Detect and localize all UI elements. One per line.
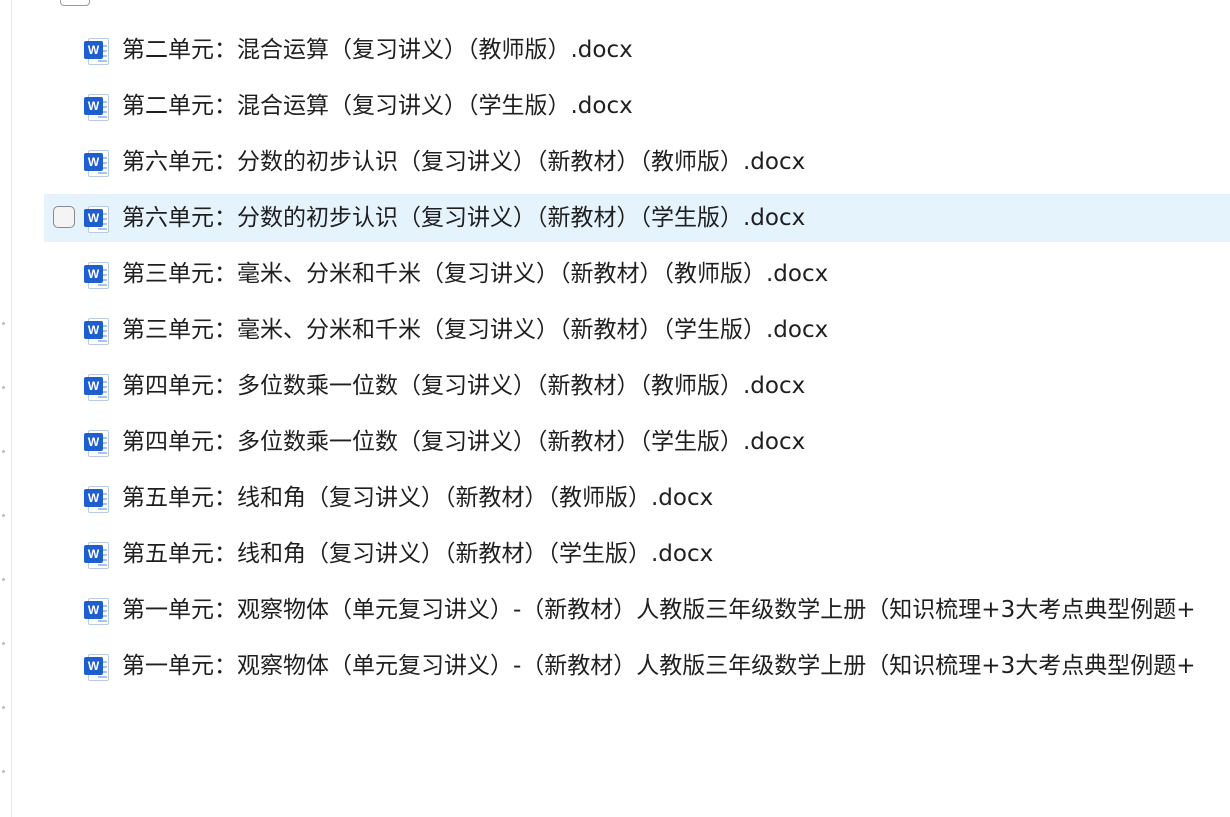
tree-guide-dot	[2, 386, 5, 389]
word-icon-badge: W	[84, 265, 103, 283]
word-docx-icon: W	[84, 374, 110, 402]
file-name: 第六单元：分数的初步认识（复习讲义）（新教材）（教师版）.docx	[122, 149, 806, 175]
word-docx-icon: W	[84, 318, 110, 346]
word-icon-badge: W	[84, 321, 103, 339]
word-docx-icon: W	[84, 486, 110, 514]
word-icon-badge: W	[84, 41, 103, 59]
file-row[interactable]: W 第六单元：分数的初步认识（复习讲义）（新教材）（教师版）.docx	[44, 138, 1230, 186]
word-docx-icon: W	[84, 598, 110, 626]
file-row[interactable]: W 第五单元：线和角（复习讲义）（新教材）（教师版）.docx	[44, 474, 1230, 522]
tree-guide-dot	[2, 578, 5, 581]
file-row[interactable]: W 第四单元：多位数乘一位数（复习讲义）（新教材）（学生版）.docx	[44, 418, 1230, 466]
word-docx-icon: W	[84, 262, 110, 290]
file-name: 第三单元：毫米、分米和千米（复习讲义）（新教材）（学生版）.docx	[122, 317, 829, 343]
row-checkbox[interactable]	[53, 206, 75, 228]
file-name: 第二单元：混合运算（复习讲义）（教师版）.docx	[122, 37, 633, 63]
file-name: 第五单元：线和角（复习讲义）（新教材）（学生版）.docx	[122, 541, 714, 567]
file-row[interactable]: W 第一单元：观察物体（单元复习讲义）-（新教材）人教版三年级数学上册（知识梳理+…	[44, 586, 1230, 634]
word-docx-icon: W	[84, 654, 110, 682]
word-docx-icon: W	[84, 206, 110, 234]
file-row[interactable]: W 第四单元：多位数乘一位数（复习讲义）（新教材）（教师版）.docx	[44, 362, 1230, 410]
word-docx-icon: W	[84, 94, 110, 122]
word-icon-badge: W	[84, 97, 103, 115]
word-icon-badge: W	[84, 657, 103, 675]
tree-guide-dot	[2, 450, 5, 453]
folder-checkbox-partial[interactable]	[60, 0, 90, 6]
tree-pane-border	[11, 0, 12, 817]
word-docx-icon: W	[84, 38, 110, 66]
file-name: 第一单元：观察物体（单元复习讲义）-（新教材）人教版三年级数学上册（知识梳理+3…	[122, 653, 1196, 679]
file-row[interactable]: W 第一单元：观察物体（单元复习讲义）-（新教材）人教版三年级数学上册（知识梳理+…	[44, 642, 1230, 690]
word-icon-badge: W	[84, 433, 103, 451]
word-icon-badge: W	[84, 489, 103, 507]
file-row[interactable]: W 第三单元：毫米、分米和千米（复习讲义）（新教材）（教师版）.docx	[44, 250, 1230, 298]
file-name: 第五单元：线和角（复习讲义）（新教材）（教师版）.docx	[122, 485, 714, 511]
file-name: 第四单元：多位数乘一位数（复习讲义）（新教材）（教师版）.docx	[122, 373, 806, 399]
word-docx-icon: W	[84, 542, 110, 570]
tree-guide-dot	[2, 706, 5, 709]
file-name: 第四单元：多位数乘一位数（复习讲义）（新教材）（学生版）.docx	[122, 429, 806, 455]
file-explorer-window: W 第二单元：混合运算（复习讲义）（教师版）.docx W 第二单元：混合运算（复习讲…	[0, 0, 1230, 817]
file-name: 第六单元：分数的初步认识（复习讲义）（新教材）（学生版）.docx	[122, 205, 806, 231]
tree-guide-dot	[2, 322, 5, 325]
word-icon-badge: W	[84, 601, 103, 619]
tree-guide-dot	[2, 514, 5, 517]
word-docx-icon: W	[84, 150, 110, 178]
word-icon-badge: W	[84, 153, 103, 171]
tree-guide-dot	[2, 770, 5, 773]
word-icon-badge: W	[84, 377, 103, 395]
file-list: W 第二单元：混合运算（复习讲义）（教师版）.docx W 第二单元：混合运算（复习讲…	[44, 26, 1230, 698]
file-row[interactable]: W 第五单元：线和角（复习讲义）（新教材）（学生版）.docx	[44, 530, 1230, 578]
file-row[interactable]: W 第二单元：混合运算（复习讲义）（教师版）.docx	[44, 26, 1230, 74]
file-row[interactable]: W 第二单元：混合运算（复习讲义）（学生版）.docx	[44, 82, 1230, 130]
file-row[interactable]: W 第六单元：分数的初步认识（复习讲义）（新教材）（学生版）.docx	[44, 194, 1230, 242]
word-icon-badge: W	[84, 545, 103, 563]
file-name: 第三单元：毫米、分米和千米（复习讲义）（新教材）（教师版）.docx	[122, 261, 829, 287]
word-icon-badge: W	[84, 209, 103, 227]
tree-guide-dot	[2, 642, 5, 645]
file-name: 第二单元：混合运算（复习讲义）（学生版）.docx	[122, 93, 633, 119]
file-row[interactable]: W 第三单元：毫米、分米和千米（复习讲义）（新教材）（学生版）.docx	[44, 306, 1230, 354]
word-docx-icon: W	[84, 430, 110, 458]
file-name: 第一单元：观察物体（单元复习讲义）-（新教材）人教版三年级数学上册（知识梳理+3…	[122, 597, 1196, 623]
